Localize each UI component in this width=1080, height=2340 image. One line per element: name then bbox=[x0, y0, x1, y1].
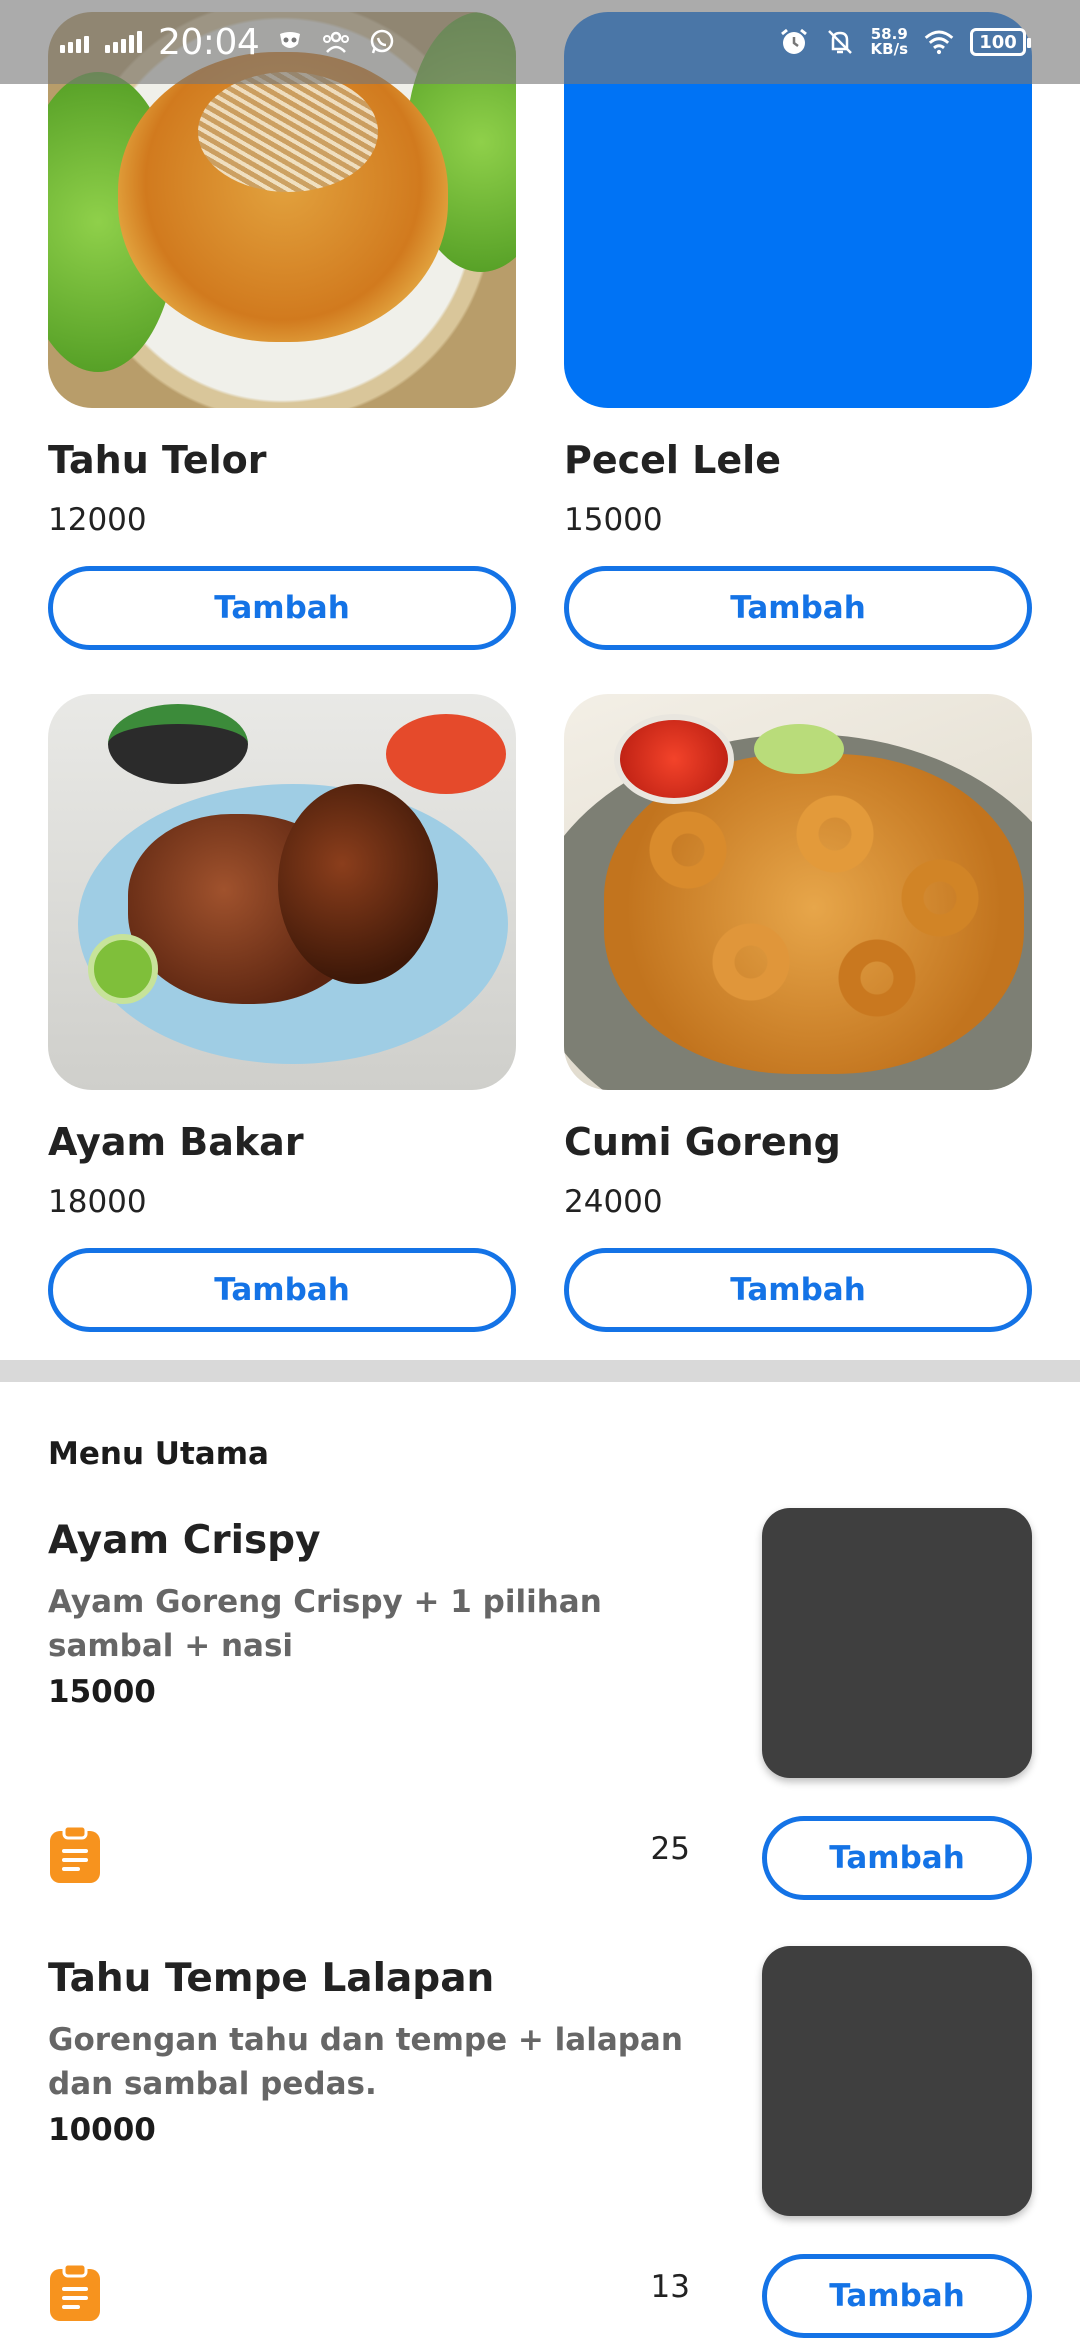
item-description: Gorengan tahu dan tempe + lalapan dan sa… bbox=[48, 2022, 683, 2102]
wifi-icon bbox=[924, 27, 954, 57]
signal-icon bbox=[60, 31, 89, 53]
alarm-icon bbox=[779, 27, 809, 57]
card-title: Cumi Goreng bbox=[564, 1120, 841, 1164]
whatsapp-icon bbox=[367, 27, 397, 57]
status-right: 58.9 KB/s 100 bbox=[779, 27, 1031, 57]
list-item: Tahu Tempe Lalapan Gorengan tahu dan tem… bbox=[0, 1946, 1080, 2340]
add-button[interactable]: Tambah bbox=[762, 2254, 1032, 2338]
battery-level: 100 bbox=[979, 31, 1017, 53]
card-title: Tahu Telor bbox=[48, 438, 267, 482]
net-speed: 58.9 KB/s bbox=[871, 27, 908, 57]
list-item: Ayam Crispy Ayam Goreng Crispy + 1 pilih… bbox=[0, 1508, 1080, 1958]
menu-card: Ayam Bakar 18000 Tambah bbox=[48, 694, 516, 1332]
item-image bbox=[762, 1508, 1032, 1778]
menu-card: Tahu Telor 12000 Tambah bbox=[48, 12, 516, 650]
item-name: Ayam Crispy bbox=[48, 1518, 321, 1563]
net-speed-unit: KB/s bbox=[870, 40, 908, 58]
food-image-ayam-bakar bbox=[48, 694, 516, 1090]
signal-icon bbox=[105, 31, 142, 53]
card-title: Ayam Bakar bbox=[48, 1120, 304, 1164]
item-image bbox=[762, 1946, 1032, 2216]
add-button[interactable]: Tambah bbox=[564, 1248, 1032, 1332]
card-price: 18000 bbox=[48, 1184, 147, 1220]
card-price: 24000 bbox=[564, 1184, 663, 1220]
item-stock: 25 bbox=[650, 1831, 690, 1867]
card-price: 15000 bbox=[564, 502, 663, 538]
card-title: Pecel Lele bbox=[564, 438, 781, 482]
menu-card: Pecel Lele 15000 Tambah bbox=[564, 12, 1032, 650]
item-price: 10000 bbox=[48, 2112, 156, 2148]
status-time: 20:04 bbox=[158, 21, 260, 63]
section-divider bbox=[0, 1360, 1080, 1382]
item-stock: 13 bbox=[650, 2269, 690, 2305]
item-price: 15000 bbox=[48, 1674, 156, 1710]
battery-icon: 100 bbox=[970, 28, 1031, 56]
card-price: 12000 bbox=[48, 502, 147, 538]
bell-off-icon bbox=[825, 27, 855, 57]
section-title: Menu Utama bbox=[48, 1436, 269, 1472]
menu-card: Cumi Goreng 24000 Tambah bbox=[564, 694, 1032, 1332]
food-image-cumi-goreng bbox=[564, 694, 1032, 1090]
status-left: 20:04 bbox=[60, 22, 397, 63]
item-description: Ayam Goreng Crispy + 1 pilihan sambal + … bbox=[48, 1584, 602, 1664]
clipboard-icon bbox=[48, 2262, 102, 2323]
add-button[interactable]: Tambah bbox=[48, 566, 516, 650]
add-button[interactable]: Tambah bbox=[762, 1816, 1032, 1900]
add-button[interactable]: Tambah bbox=[48, 1248, 516, 1332]
clipboard-icon bbox=[48, 1824, 102, 1885]
add-button[interactable]: Tambah bbox=[564, 566, 1032, 650]
status-bar: 20:04 58.9 KB/s 100 bbox=[0, 0, 1080, 84]
item-name: Tahu Tempe Lalapan bbox=[48, 1956, 495, 2001]
mask-icon bbox=[275, 27, 305, 57]
group-icon bbox=[321, 27, 351, 57]
